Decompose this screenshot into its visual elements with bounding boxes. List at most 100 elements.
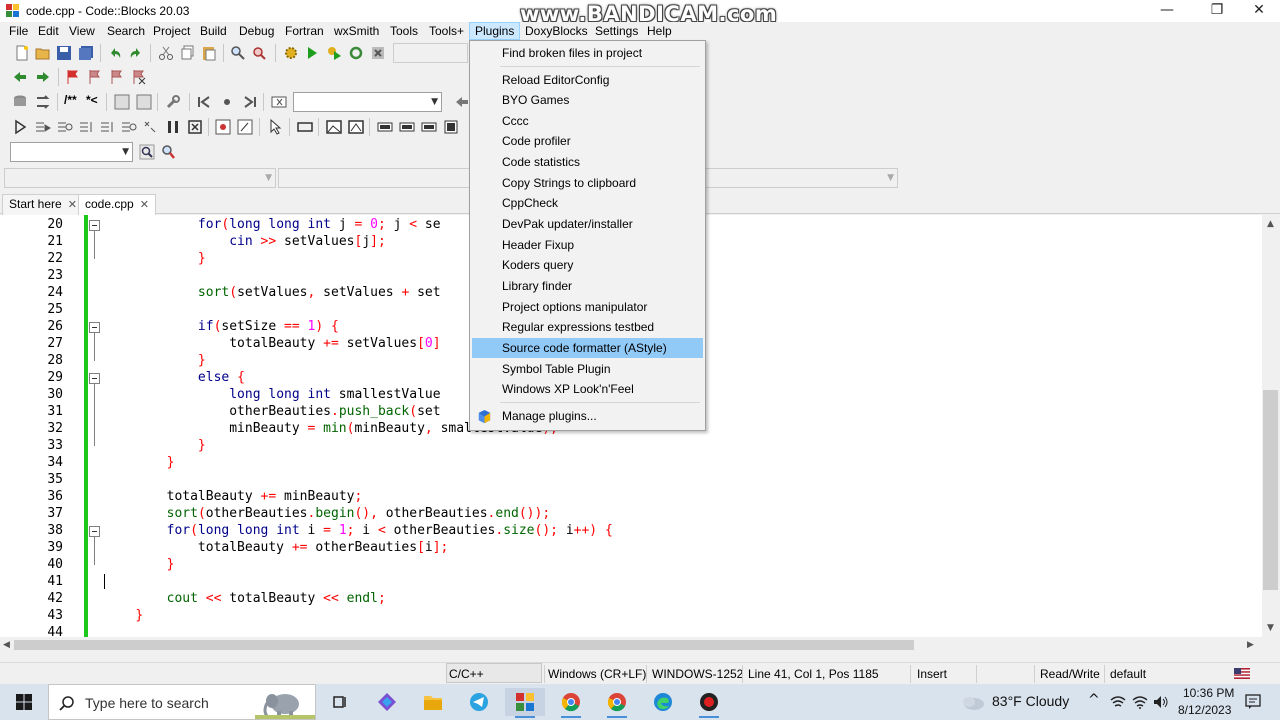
taskbar-search[interactable]: Type here to search	[48, 684, 316, 720]
close-tab-icon[interactable]: ✕	[68, 198, 77, 211]
menu-wxsmith[interactable]: wxSmith	[334, 24, 379, 38]
rebuild-icon[interactable]	[348, 45, 364, 61]
uncomment-icon[interactable]: *<	[86, 93, 98, 107]
redo-icon[interactable]	[128, 45, 144, 61]
toolbar-btn-c-icon[interactable]	[421, 119, 437, 135]
menu-item-byo-games[interactable]: BYO Games	[472, 90, 703, 110]
toolbar-btn-a-icon[interactable]	[377, 119, 393, 135]
menu-edit[interactable]: Edit	[38, 24, 59, 38]
menu-item-koders-query[interactable]: Koders query	[472, 255, 703, 275]
menu-item-project-options[interactable]: Project options manipulator	[472, 297, 703, 317]
run-icon[interactable]	[304, 45, 320, 61]
scope-dropdown[interactable]: ▼	[293, 92, 442, 112]
bookmark-clear-icon[interactable]	[130, 69, 146, 85]
menu-doxyblocks[interactable]: DoxyBlocks	[525, 24, 588, 38]
pause-icon[interactable]	[165, 119, 181, 135]
menu-help[interactable]: Help	[647, 24, 672, 38]
bookmark-icon[interactable]	[64, 69, 80, 85]
menu-item-code-profiler[interactable]: Code profiler	[472, 131, 703, 151]
code-line[interactable]: 34 }	[0, 454, 1262, 471]
step-into-icon[interactable]	[79, 119, 95, 135]
taskbar-app-bandicam[interactable]	[689, 688, 729, 718]
open-icon[interactable]	[35, 45, 51, 61]
notification-icon[interactable]	[1245, 694, 1261, 710]
menu-item-devpak[interactable]: DevPak updater/installer	[472, 214, 703, 234]
menu-item-cppcheck[interactable]: CppCheck	[472, 193, 703, 213]
next-line-icon[interactable]	[57, 119, 73, 135]
run-to-cursor-icon[interactable]	[35, 119, 51, 135]
stop-icon[interactable]	[271, 94, 287, 110]
menu-item-library-finder[interactable]: Library finder	[472, 276, 703, 296]
step-out-icon[interactable]	[100, 119, 116, 135]
menu-item-header-fixup[interactable]: Header Fixup	[472, 235, 703, 255]
taskbar-app-explorer[interactable]	[413, 688, 453, 716]
forward-icon[interactable]	[35, 69, 51, 85]
menu-item-code-statistics[interactable]: Code statistics	[472, 152, 703, 172]
code-line[interactable]: 39 totalBeauty += otherBeauties[i];	[0, 539, 1262, 556]
menu-settings[interactable]: Settings	[595, 24, 638, 38]
bookmark-next-icon[interactable]	[108, 69, 124, 85]
menu-item-find-broken-files[interactable]: Find broken files in project	[472, 43, 703, 63]
fold-toggle-icon[interactable]	[89, 322, 100, 333]
menu-item-source-formatter[interactable]: Source code formatter (AStyle)	[472, 338, 703, 358]
taskbar-app-chrome-2[interactable]	[597, 688, 637, 718]
menu-tools-plus[interactable]: Tools+	[429, 24, 464, 38]
abort-icon[interactable]	[370, 45, 386, 61]
image-icon[interactable]	[326, 119, 342, 135]
menu-item-manage-plugins[interactable]: Manage plugins...	[472, 406, 703, 426]
weather-text[interactable]: 83°F Cloudy	[992, 693, 1069, 709]
debug-icon[interactable]	[12, 119, 28, 135]
close-button[interactable]: ✕	[1236, 0, 1280, 22]
toolbar-btn-b-icon[interactable]	[399, 119, 415, 135]
find-icon[interactable]	[230, 45, 246, 61]
code-line[interactable]: 38 for(long long int i = 1; i < otherBea…	[0, 522, 1262, 539]
search-go-icon[interactable]	[139, 144, 155, 160]
undo-icon[interactable]	[107, 45, 123, 61]
target-dropdown[interactable]: ▼	[10, 142, 133, 162]
cursor-icon[interactable]	[267, 119, 283, 135]
taskbar-app-telegram[interactable]	[459, 688, 499, 716]
scroll-left-icon[interactable]: ◀	[3, 640, 10, 650]
menu-item-reload-editorconfig[interactable]: Reload EditorConfig	[472, 70, 703, 90]
back-arrow-icon[interactable]	[454, 94, 470, 110]
toolbar-btn-d-icon[interactable]	[443, 119, 459, 135]
maximize-button[interactable]: ❐	[1194, 0, 1240, 22]
clock-date[interactable]: 8/12/2023	[1178, 703, 1231, 717]
code-line[interactable]: 43 }	[0, 607, 1262, 624]
close-tab-icon[interactable]: ✕	[140, 198, 149, 211]
taskbar-app-edge[interactable]	[643, 688, 683, 716]
taskbar-app-visualstudio[interactable]	[367, 688, 407, 716]
network-icon[interactable]	[1110, 695, 1126, 709]
taskbar-app-codeblocks[interactable]	[505, 688, 545, 718]
start-button[interactable]	[0, 684, 48, 720]
symbol-icon[interactable]	[114, 94, 130, 110]
code-line[interactable]: 41	[0, 573, 1262, 590]
bookmark-prev-icon[interactable]	[86, 69, 102, 85]
scroll-up-icon[interactable]: ▲	[1267, 219, 1274, 229]
code-line[interactable]: 40 }	[0, 556, 1262, 573]
layout-icon[interactable]	[348, 119, 364, 135]
help-icon[interactable]	[136, 94, 152, 110]
menu-plugins[interactable]: Plugins	[469, 22, 521, 40]
tray-chevron-icon[interactable]: ^	[1088, 692, 1100, 708]
step-instruction-icon[interactable]	[143, 119, 159, 135]
debug-windows-icon[interactable]	[215, 119, 231, 135]
scroll-right-icon[interactable]: ▶	[1247, 640, 1254, 650]
menu-item-cccc[interactable]: Cccc	[472, 111, 703, 131]
code-line[interactable]: 42 cout << totalBeauty << endl;	[0, 590, 1262, 607]
next-instruction-icon[interactable]	[121, 119, 137, 135]
menu-project[interactable]: Project	[153, 24, 190, 38]
menu-tools[interactable]: Tools	[390, 24, 418, 38]
code-line[interactable]: 33 }	[0, 437, 1262, 454]
menu-item-regex-testbed[interactable]: Regular expressions testbed	[472, 317, 703, 337]
save-icon[interactable]	[56, 45, 72, 61]
code-line[interactable]: 44	[0, 624, 1262, 637]
speaker-icon[interactable]	[1153, 695, 1169, 709]
menu-item-copy-strings[interactable]: Copy Strings to clipboard	[472, 173, 703, 193]
zoom-icon[interactable]	[160, 144, 176, 160]
horizontal-scroll-thumb[interactable]	[14, 640, 914, 650]
fold-toggle-icon[interactable]	[89, 220, 100, 231]
back-icon[interactable]	[12, 69, 28, 85]
jump-icon[interactable]	[35, 94, 51, 110]
taskbar-app-chrome-1[interactable]	[551, 688, 591, 718]
